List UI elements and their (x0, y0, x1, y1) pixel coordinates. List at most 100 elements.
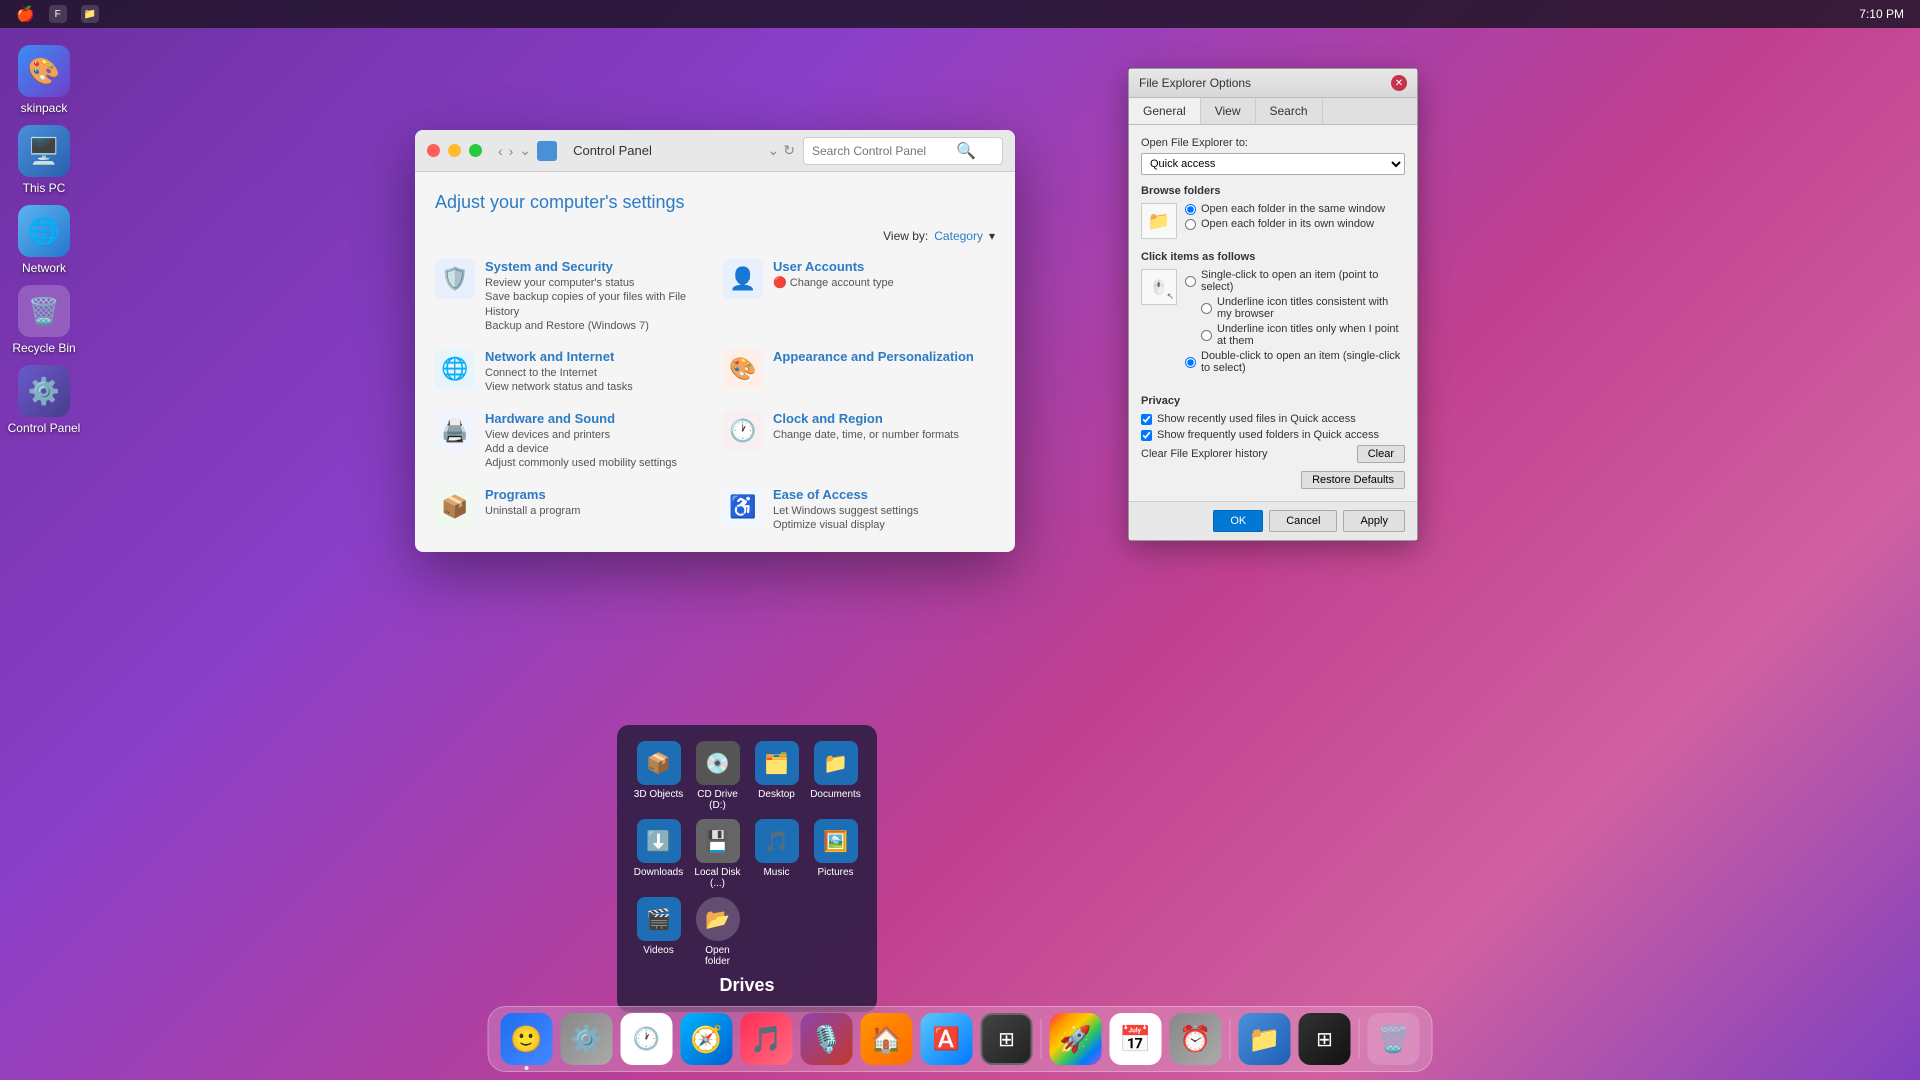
cp-item-clock[interactable]: 🕐 Clock and Region Change date, time, or… (723, 411, 995, 471)
window-maximize-btn[interactable] (469, 144, 482, 157)
tab-general[interactable]: General (1129, 98, 1201, 124)
nav-down-arrow[interactable]: ⌄ (519, 142, 531, 159)
podcasts-icon: 🎙️ (810, 1024, 842, 1055)
browse-radio-own[interactable]: Open each folder in its own window (1185, 218, 1385, 230)
popup-item-documents[interactable]: 📁 Documents (810, 741, 861, 811)
titlebar-right-controls: ⌄ ↻ (768, 142, 795, 159)
feo-apply-btn[interactable]: Apply (1343, 510, 1405, 532)
tab-search[interactable]: Search (1256, 98, 1323, 124)
click-double-label: Double-click to open an item (single-cli… (1201, 350, 1405, 374)
browse-radio-own-input[interactable] (1185, 219, 1196, 230)
cp-item-appearance[interactable]: 🎨 Appearance and Personalization (723, 349, 995, 395)
dock-item-settings[interactable]: ⚙️ (561, 1013, 613, 1065)
desktop-icon-control-panel[interactable]: ⚙️ Control Panel (4, 365, 84, 435)
feo-clear-btn[interactable]: Clear (1357, 445, 1405, 463)
folder-icon (537, 141, 557, 161)
desktop-icon-this-pc[interactable]: 🖥️ This PC (4, 125, 84, 195)
network-internet-title: Network and Internet (485, 349, 633, 364)
popup-item-3d-objects[interactable]: 📦 3D Objects (633, 741, 684, 811)
dock-item-calendar[interactable]: 📅 (1110, 1013, 1162, 1065)
privacy-frequent-folders-input[interactable] (1141, 430, 1152, 441)
cp-item-network-internet[interactable]: 🌐 Network and Internet Connect to the In… (435, 349, 707, 395)
desktop-icon-recycle-bin[interactable]: 🗑️ Recycle Bin (4, 285, 84, 355)
music-icon: 🎵 (750, 1024, 782, 1055)
popup-3d-label: 3D Objects (634, 789, 683, 800)
dock-item-mosaic[interactable]: ⊞ (1299, 1013, 1351, 1065)
privacy-recent-files-input[interactable] (1141, 414, 1152, 425)
dropdown-arrow[interactable]: ⌄ (768, 142, 780, 159)
dock-item-podcasts[interactable]: 🎙️ (801, 1013, 853, 1065)
browse-radio-same-input[interactable] (1185, 204, 1196, 215)
window-minimize-btn[interactable] (448, 144, 461, 157)
tab-view[interactable]: View (1201, 98, 1256, 124)
desktop-icon-network[interactable]: 🌐 Network (4, 205, 84, 275)
ease-access-icon: ♿ (729, 494, 756, 520)
popup-item-pictures[interactable]: 🖼️ Pictures (810, 819, 861, 889)
finder-dot (525, 1066, 529, 1070)
dock-item-trash[interactable]: 🗑️ (1368, 1013, 1420, 1065)
popup-item-local-disk[interactable]: 💾 Local Disk (...) (692, 819, 743, 889)
popup-item-desktop[interactable]: 🗂️ Desktop (751, 741, 802, 811)
window-titlebar: ‹ › ⌄ Control Panel ⌄ ↻ 🔍 (415, 130, 1015, 172)
dock-item-home[interactable]: 🏠 (861, 1013, 913, 1065)
popup-open-folder-label: Open folder (692, 945, 743, 967)
popup-item-open-folder[interactable]: 📂 Open folder (692, 897, 743, 967)
nav-back-arrow[interactable]: ‹ (498, 143, 503, 159)
viewby-value[interactable]: Category (934, 229, 983, 243)
feo-close-btn[interactable]: ✕ (1391, 75, 1407, 91)
popup-local-disk-icon: 💾 (696, 819, 740, 863)
window-close-btn[interactable] (427, 144, 440, 157)
privacy-frequent-folders[interactable]: Show frequently used folders in Quick ac… (1141, 429, 1405, 441)
cp-item-system-security-text: System and Security Review your computer… (485, 259, 707, 333)
feo-clear-row: Clear File Explorer history Clear (1141, 445, 1405, 463)
apple-logo-icon[interactable]: 🍎 (16, 5, 35, 23)
click-radio-double-input[interactable] (1185, 357, 1196, 368)
calendar-icon: 📅 (1119, 1024, 1151, 1055)
click-sub-browser-input[interactable] (1201, 303, 1212, 314)
popup-item-music[interactable]: 🎵 Music (751, 819, 802, 889)
search-input[interactable] (812, 144, 952, 158)
dock-item-timemachine[interactable]: ⏰ (1170, 1013, 1222, 1065)
click-sub-browser[interactable]: Underline icon titles consistent with my… (1201, 296, 1405, 320)
popup-item-videos[interactable]: 🎬 Videos (633, 897, 684, 967)
dock-item-finder2[interactable]: 📁 (1239, 1013, 1291, 1065)
dock-item-safari[interactable]: 🧭 (681, 1013, 733, 1065)
dock-item-clock[interactable]: 🕐 (621, 1013, 673, 1065)
dock-item-finder[interactable]: 🙂 (501, 1013, 553, 1065)
click-radio-single-input[interactable] (1185, 276, 1196, 287)
desktop-icon-skinpack[interactable]: 🎨 skinpack (4, 45, 84, 115)
privacy-recent-files[interactable]: Show recently used files in Quick access (1141, 413, 1405, 425)
feo-cancel-btn[interactable]: Cancel (1269, 510, 1337, 532)
browse-radio-same[interactable]: Open each folder in the same window (1185, 203, 1385, 215)
popup-cd-icon: 💿 (696, 741, 740, 785)
cp-item-ease-access[interactable]: ♿ Ease of Access Let Windows suggest set… (723, 487, 995, 533)
search-box[interactable]: 🔍 (803, 137, 1003, 165)
viewby-chevron-icon[interactable]: ▾ (989, 229, 995, 243)
click-radio-single[interactable]: Single-click to open an item (point to s… (1185, 269, 1405, 293)
cp-item-hardware[interactable]: 🖨️ Hardware and Sound View devices and p… (435, 411, 707, 471)
feo-ok-btn[interactable]: OK (1213, 510, 1263, 532)
cp-item-programs[interactable]: 📦 Programs Uninstall a program (435, 487, 707, 533)
control-panel-label: Control Panel (8, 421, 81, 435)
popup-item-downloads[interactable]: ⬇️ Downloads (633, 819, 684, 889)
cp-item-user-accounts[interactable]: 👤 User Accounts 🔴 Change account type (723, 259, 995, 333)
click-radio-double[interactable]: Double-click to open an item (single-cli… (1185, 350, 1405, 374)
feo-open-select[interactable]: Quick access This PC (1141, 153, 1405, 175)
feo-click-label: Click items as follows (1141, 251, 1405, 263)
refresh-icon[interactable]: ↻ (783, 142, 795, 159)
feo-restore-defaults-btn[interactable]: Restore Defaults (1301, 471, 1405, 489)
topbar-icon-2[interactable]: 📁 (81, 5, 99, 23)
dock-item-appstore[interactable]: 🅰️ (921, 1013, 973, 1065)
dock-item-bootcamp[interactable]: ⊞ (981, 1013, 1033, 1065)
control-panel-window: ‹ › ⌄ Control Panel ⌄ ↻ 🔍 Adjust your co… (415, 130, 1015, 552)
topbar-app-icon[interactable]: F (49, 5, 67, 23)
nav-forward-arrow[interactable]: › (509, 143, 514, 159)
dock-item-music[interactable]: 🎵 (741, 1013, 793, 1065)
click-sub-point[interactable]: Underline icon titles only when I point … (1201, 323, 1405, 347)
feo-title: File Explorer Options (1139, 76, 1251, 90)
dock-item-launchpad[interactable]: 🚀 (1050, 1013, 1102, 1065)
click-sub-point-input[interactable] (1201, 330, 1212, 341)
cp-item-system-security[interactable]: 🛡️ System and Security Review your compu… (435, 259, 707, 333)
popup-3d-icon: 📦 (637, 741, 681, 785)
popup-item-cd-drive[interactable]: 💿 CD Drive (D:) (692, 741, 743, 811)
